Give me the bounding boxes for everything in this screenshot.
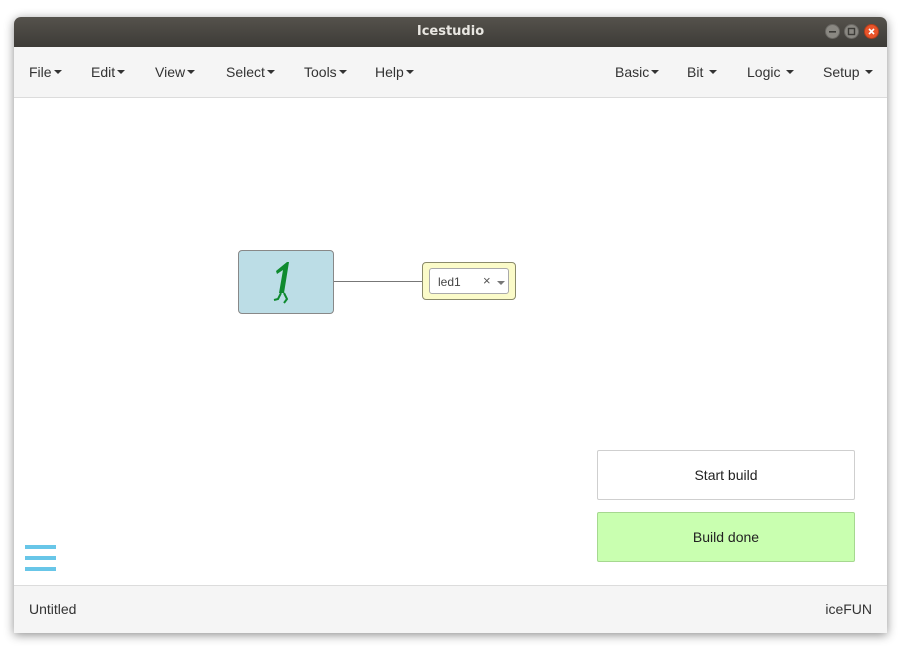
menu-select[interactable]: Select bbox=[226, 64, 275, 80]
chevron-down-icon bbox=[117, 70, 126, 75]
maximize-icon bbox=[847, 27, 856, 36]
close-icon bbox=[868, 28, 875, 35]
chevron-down-icon bbox=[865, 70, 874, 75]
minimize-icon bbox=[829, 31, 836, 33]
chevron-down-icon bbox=[266, 70, 275, 75]
chevron-down-icon bbox=[786, 70, 795, 75]
hamburger-menu-icon[interactable] bbox=[25, 543, 56, 573]
chevron-down-icon bbox=[405, 70, 414, 75]
design-canvas[interactable]: led1 × Start build Build done bbox=[14, 98, 887, 585]
output-block[interactable]: led1 × bbox=[422, 262, 516, 300]
menu-basic[interactable]: Basic bbox=[615, 64, 660, 80]
maximize-button[interactable] bbox=[844, 24, 859, 39]
menu-help[interactable]: Help bbox=[375, 64, 414, 80]
close-button[interactable] bbox=[864, 24, 879, 39]
menu-edit[interactable]: Edit bbox=[91, 64, 126, 80]
status-bar: Untitled iceFUN bbox=[14, 585, 887, 633]
notification-build-done[interactable]: Build done bbox=[597, 512, 855, 562]
menu-logic[interactable]: Logic bbox=[747, 64, 795, 80]
menu-view[interactable]: View bbox=[155, 64, 196, 80]
app-window: Icestudio File Edit View Select Tools He… bbox=[14, 17, 887, 633]
chevron-down-icon[interactable] bbox=[497, 281, 505, 285]
constant-1-icon bbox=[273, 262, 289, 304]
notification-start-build[interactable]: Start build bbox=[597, 450, 855, 500]
constant-block[interactable] bbox=[238, 250, 334, 314]
menu-setup[interactable]: Setup bbox=[823, 64, 874, 80]
board-name[interactable]: iceFUN bbox=[825, 601, 872, 617]
pin-label: led1 bbox=[438, 275, 461, 289]
chevron-down-icon bbox=[187, 70, 196, 75]
chevron-down-icon bbox=[651, 70, 660, 75]
chevron-down-icon bbox=[338, 70, 347, 75]
minimize-button[interactable] bbox=[825, 24, 840, 39]
project-name: Untitled bbox=[29, 601, 77, 617]
window-title: Icestudio bbox=[416, 24, 485, 39]
chevron-down-icon bbox=[709, 70, 718, 75]
clear-icon[interactable]: × bbox=[483, 273, 491, 288]
menu-tools[interactable]: Tools bbox=[304, 64, 347, 80]
chevron-down-icon bbox=[53, 70, 62, 75]
menu-bar: File Edit View Select Tools Help Basic B… bbox=[14, 47, 887, 98]
title-bar: Icestudio bbox=[14, 17, 887, 47]
connection-wire[interactable] bbox=[334, 281, 423, 282]
menu-file[interactable]: File bbox=[29, 64, 62, 80]
pin-select[interactable]: led1 × bbox=[429, 268, 509, 294]
menu-bit[interactable]: Bit bbox=[687, 64, 718, 80]
